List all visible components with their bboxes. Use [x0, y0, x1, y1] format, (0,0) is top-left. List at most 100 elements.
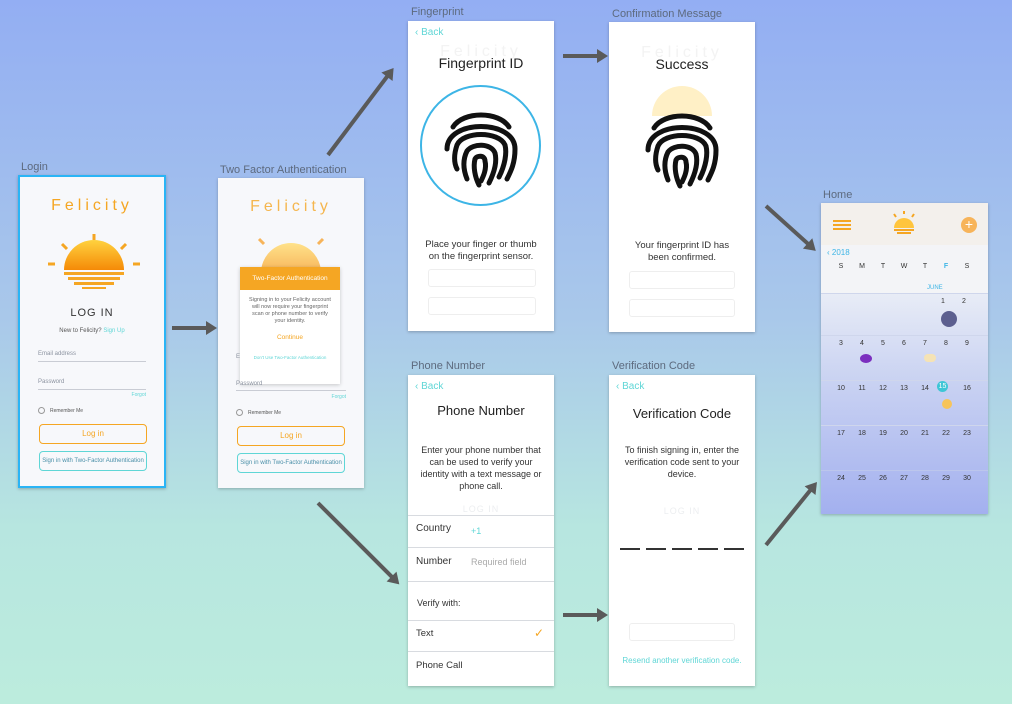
- screen-title: Phone Number: [437, 403, 525, 418]
- storm-weather-icon: [941, 311, 957, 327]
- password-underline: [236, 390, 346, 391]
- day-cell[interactable]: 22: [936, 430, 956, 437]
- day-cell[interactable]: 29: [936, 475, 956, 482]
- back-button[interactable]: ‹ Back: [616, 381, 644, 392]
- continue-button[interactable]: Continue: [240, 334, 340, 341]
- arrow-two-factor-to-fingerprint: [326, 73, 390, 157]
- fingerprint-icon: [444, 112, 518, 188]
- day-cell[interactable]: 18: [852, 430, 872, 437]
- weekday-label: T: [922, 263, 928, 270]
- day-cell[interactable]: 30: [957, 475, 977, 482]
- country-code-select[interactable]: +1: [471, 526, 481, 536]
- ghost-login-button: [629, 623, 735, 641]
- day-cell[interactable]: 8: [936, 340, 956, 347]
- day-cell[interactable]: 2: [954, 298, 974, 305]
- dont-use-two-factor-link[interactable]: Don't Use Two-Factor Authentication: [240, 355, 340, 360]
- email-field[interactable]: Email address: [38, 351, 76, 357]
- day-cell[interactable]: 4: [852, 340, 872, 347]
- day-cell[interactable]: 25: [852, 475, 872, 482]
- day-cell[interactable]: 13: [894, 385, 914, 392]
- resend-code-link[interactable]: Resend another verification code.: [609, 656, 755, 665]
- fingerprint-instruction: Place your finger or thumb on the finger…: [425, 239, 537, 262]
- remember-me-checkbox[interactable]: [38, 407, 45, 414]
- screen-title: Success: [655, 56, 709, 72]
- remember-me-label: Remember Me: [50, 408, 84, 414]
- login-screen: Felicity LOG IN New to Felicity? Sign Up…: [18, 175, 166, 488]
- number-label: Number: [416, 556, 452, 567]
- forgot-link[interactable]: Forgot: [332, 394, 346, 400]
- weekday-header: S M T W T F S: [831, 263, 981, 273]
- day-cell[interactable]: 3: [831, 340, 851, 347]
- checkmark-icon: ✓: [533, 626, 544, 640]
- day-cell[interactable]: 9: [957, 340, 977, 347]
- brand-logo-text: Felicity: [51, 197, 133, 214]
- back-button[interactable]: ‹ Back: [415, 27, 443, 38]
- day-cell[interactable]: 19: [873, 430, 893, 437]
- two-factor-signin-button[interactable]: Sign in with Two-Factor Authentication: [39, 451, 147, 471]
- day-cell[interactable]: 11: [852, 385, 872, 392]
- screen-title: Fingerprint ID: [438, 55, 524, 71]
- ghost-login-text: LOG IN: [462, 504, 500, 514]
- login-button[interactable]: Log in: [237, 426, 345, 446]
- day-cell[interactable]: 7: [915, 340, 935, 347]
- day-cell[interactable]: 5: [873, 340, 893, 347]
- confirmation-message: Your fingerprint ID has been confirmed.: [634, 240, 730, 263]
- login-heading: LOG IN: [70, 307, 114, 319]
- today-cell[interactable]: 15: [937, 381, 948, 392]
- arrow-two-factor-to-phone: [316, 501, 395, 580]
- password-field[interactable]: Password: [38, 379, 64, 385]
- day-cell[interactable]: 24: [831, 475, 851, 482]
- fingerprint-icon: [645, 113, 719, 189]
- day-cell[interactable]: 21: [915, 430, 935, 437]
- day-cell[interactable]: 10: [831, 385, 851, 392]
- year-nav[interactable]: ‹ 2018: [827, 248, 850, 257]
- signup-link[interactable]: Sign Up: [103, 328, 124, 334]
- day-cell[interactable]: 14: [915, 385, 935, 392]
- phone-number-input[interactable]: Required field: [471, 557, 527, 567]
- day-cell[interactable]: 27: [894, 475, 914, 482]
- day-cell[interactable]: 20: [894, 430, 914, 437]
- phone-number-screen: ‹ Back Phone Number Enter your phone num…: [408, 375, 554, 686]
- verify-option-text[interactable]: Text ✓: [408, 621, 554, 650]
- menu-icon[interactable]: [833, 220, 851, 230]
- day-cell[interactable]: 16: [957, 385, 977, 392]
- weekday-label: S: [964, 263, 970, 270]
- back-button[interactable]: ‹ Back: [415, 381, 443, 392]
- country-label: Country: [416, 523, 452, 534]
- divider: [408, 515, 554, 516]
- code-digit-1[interactable]: [620, 548, 640, 550]
- code-digit-4[interactable]: [698, 548, 718, 550]
- code-digit-3[interactable]: [672, 548, 692, 550]
- day-cell[interactable]: 26: [873, 475, 893, 482]
- password-field[interactable]: Password: [236, 381, 262, 387]
- code-digit-2[interactable]: [646, 548, 666, 550]
- arrow-confirmation-to-home: [764, 204, 811, 247]
- remember-me-label: Remember Me: [248, 410, 282, 416]
- day-cell[interactable]: 1: [933, 298, 953, 305]
- day-cell[interactable]: 17: [831, 430, 851, 437]
- ghost-two-factor-button: [629, 299, 735, 317]
- new-to-text: New to Felicity?: [59, 328, 102, 334]
- forgot-link[interactable]: Forgot: [132, 392, 146, 398]
- fingerprint-frame-label: Fingerprint: [411, 6, 464, 18]
- confirmation-screen: Felicity Success Your fingerprint ID has…: [609, 22, 755, 332]
- calendar-week: 3 4 5 6 7 8 9: [821, 335, 988, 380]
- calendar-week: 24 25 26 27 28 29 30: [821, 470, 988, 514]
- add-icon[interactable]: +: [961, 217, 977, 233]
- code-digit-5[interactable]: [724, 548, 744, 550]
- arrow-phone-to-verification: [563, 608, 608, 622]
- login-button[interactable]: Log in: [39, 424, 147, 444]
- rain-weather-icon: [860, 354, 872, 363]
- day-cell[interactable]: 28: [915, 475, 935, 482]
- day-cell[interactable]: 12: [873, 385, 893, 392]
- verify-option-call[interactable]: Phone Call: [408, 652, 554, 682]
- two-factor-signin-button[interactable]: Sign in with Two-Factor Authentication: [237, 453, 345, 473]
- verification-instruction: To finish signing in, enter the verifica…: [624, 445, 740, 479]
- day-cell[interactable]: 23: [957, 430, 977, 437]
- calendar-week: 10 11 12 13 14 15 16: [821, 380, 988, 425]
- modal-title: Two-Factor Authentication: [240, 267, 340, 290]
- brand-logo-text: Felicity: [250, 198, 332, 215]
- remember-me-checkbox[interactable]: [236, 409, 243, 416]
- option-call-label: Phone Call: [416, 660, 463, 671]
- day-cell[interactable]: 6: [894, 340, 914, 347]
